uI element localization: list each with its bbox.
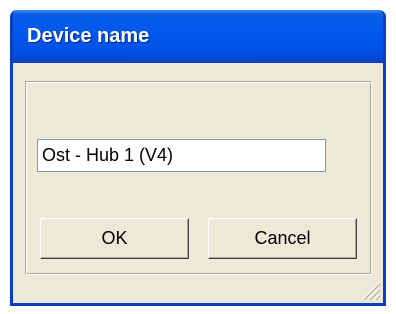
cancel-button-label: Cancel (254, 228, 311, 248)
dialog-title: Device name (27, 25, 150, 47)
resize-grip-icon[interactable] (357, 277, 381, 301)
cancel-button[interactable]: Cancel (208, 218, 357, 259)
ok-button[interactable]: OK (40, 218, 189, 259)
device-name-field[interactable] (37, 139, 326, 172)
ok-button-label: OK (101, 228, 128, 248)
device-name-dialog: Device name OK Cancel (10, 10, 386, 306)
title-bar[interactable]: Device name (13, 10, 383, 63)
